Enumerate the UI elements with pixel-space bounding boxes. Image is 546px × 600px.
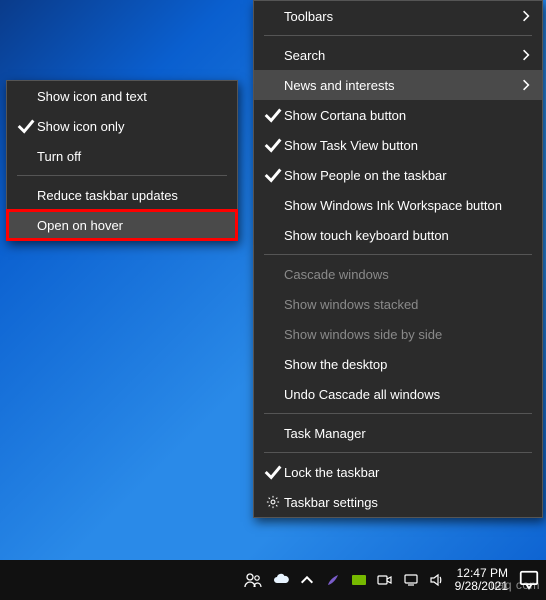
onedrive-icon[interactable]: [273, 572, 289, 588]
menu-item-open-on-hover[interactable]: Open on hover: [7, 210, 237, 240]
menu-item-people[interactable]: Show People on the taskbar: [254, 160, 542, 190]
menu-label: Show Cortana button: [284, 108, 532, 123]
action-center-icon[interactable]: [518, 569, 540, 591]
menu-item-undo-cascade[interactable]: Undo Cascade all windows: [254, 379, 542, 409]
menu-item-cascade: Cascade windows: [254, 259, 542, 289]
menu-item-search[interactable]: Search: [254, 40, 542, 70]
menu-label: Undo Cascade all windows: [284, 387, 532, 402]
menu-label: Show icon and text: [37, 89, 227, 104]
gear-icon: [262, 495, 284, 509]
menu-label: Show icon only: [37, 119, 227, 134]
menu-item-lock-taskbar[interactable]: Lock the taskbar: [254, 457, 542, 487]
tray-chevron-up-icon[interactable]: [299, 572, 315, 588]
chevron-right-icon: [520, 49, 532, 61]
chevron-right-icon: [520, 79, 532, 91]
menu-label: Reduce taskbar updates: [37, 188, 227, 203]
menu-label: Open on hover: [37, 218, 227, 233]
feather-icon[interactable]: [325, 572, 341, 588]
menu-item-cortana[interactable]: Show Cortana button: [254, 100, 542, 130]
menu-item-touch-keyboard[interactable]: Show touch keyboard button: [254, 220, 542, 250]
menu-label: Turn off: [37, 149, 227, 164]
menu-item-ink-workspace[interactable]: Show Windows Ink Workspace button: [254, 190, 542, 220]
separator: [17, 175, 227, 176]
volume-icon[interactable]: [429, 572, 445, 588]
menu-item-taskbar-settings[interactable]: Taskbar settings: [254, 487, 542, 517]
taskbar-clock[interactable]: 12:47 PM 9/28/2021: [451, 567, 512, 593]
separator: [264, 35, 532, 36]
people-icon[interactable]: [243, 570, 263, 590]
clock-date: 9/28/2021: [455, 580, 508, 593]
menu-label: Show windows stacked: [284, 297, 532, 312]
system-tray: [267, 560, 451, 600]
menu-label: Cascade windows: [284, 267, 532, 282]
separator: [264, 452, 532, 453]
menu-item-task-view[interactable]: Show Task View button: [254, 130, 542, 160]
check-icon: [262, 134, 284, 156]
menu-item-show-icon-only[interactable]: Show icon only: [7, 111, 237, 141]
menu-label: Show the desktop: [284, 357, 532, 372]
menu-item-show-desktop[interactable]: Show the desktop: [254, 349, 542, 379]
menu-label: Show windows side by side: [284, 327, 532, 342]
separator: [264, 254, 532, 255]
menu-item-reduce-updates[interactable]: Reduce taskbar updates: [7, 180, 237, 210]
taskbar[interactable]: 12:47 PM 9/28/2021: [0, 560, 546, 600]
menu-item-side-by-side: Show windows side by side: [254, 319, 542, 349]
menu-label: Show Windows Ink Workspace button: [284, 198, 532, 213]
menu-item-stacked: Show windows stacked: [254, 289, 542, 319]
taskbar-context-menu: Toolbars Search News and interests Show …: [253, 0, 543, 518]
meet-now-icon[interactable]: [377, 572, 393, 588]
check-icon: [15, 115, 37, 137]
check-icon: [262, 461, 284, 483]
menu-label: News and interests: [284, 78, 520, 93]
menu-item-turn-off[interactable]: Turn off: [7, 141, 237, 171]
check-icon: [262, 164, 284, 186]
nvidia-icon[interactable]: [351, 572, 367, 588]
chevron-right-icon: [520, 10, 532, 22]
menu-label: Show touch keyboard button: [284, 228, 532, 243]
menu-label: Show People on the taskbar: [284, 168, 532, 183]
menu-item-show-icon-text[interactable]: Show icon and text: [7, 81, 237, 111]
menu-item-task-manager[interactable]: Task Manager: [254, 418, 542, 448]
menu-label: Toolbars: [284, 9, 520, 24]
menu-label: Task Manager: [284, 426, 532, 441]
menu-label: Show Task View button: [284, 138, 532, 153]
menu-label: Taskbar settings: [284, 495, 532, 510]
check-icon: [262, 104, 284, 126]
separator: [264, 413, 532, 414]
menu-label: Lock the taskbar: [284, 465, 532, 480]
menu-item-toolbars[interactable]: Toolbars: [254, 1, 542, 31]
menu-item-news-and-interests[interactable]: News and interests: [254, 70, 542, 100]
news-interests-submenu: Show icon and text Show icon only Turn o…: [6, 80, 238, 241]
network-icon[interactable]: [403, 572, 419, 588]
menu-label: Search: [284, 48, 520, 63]
